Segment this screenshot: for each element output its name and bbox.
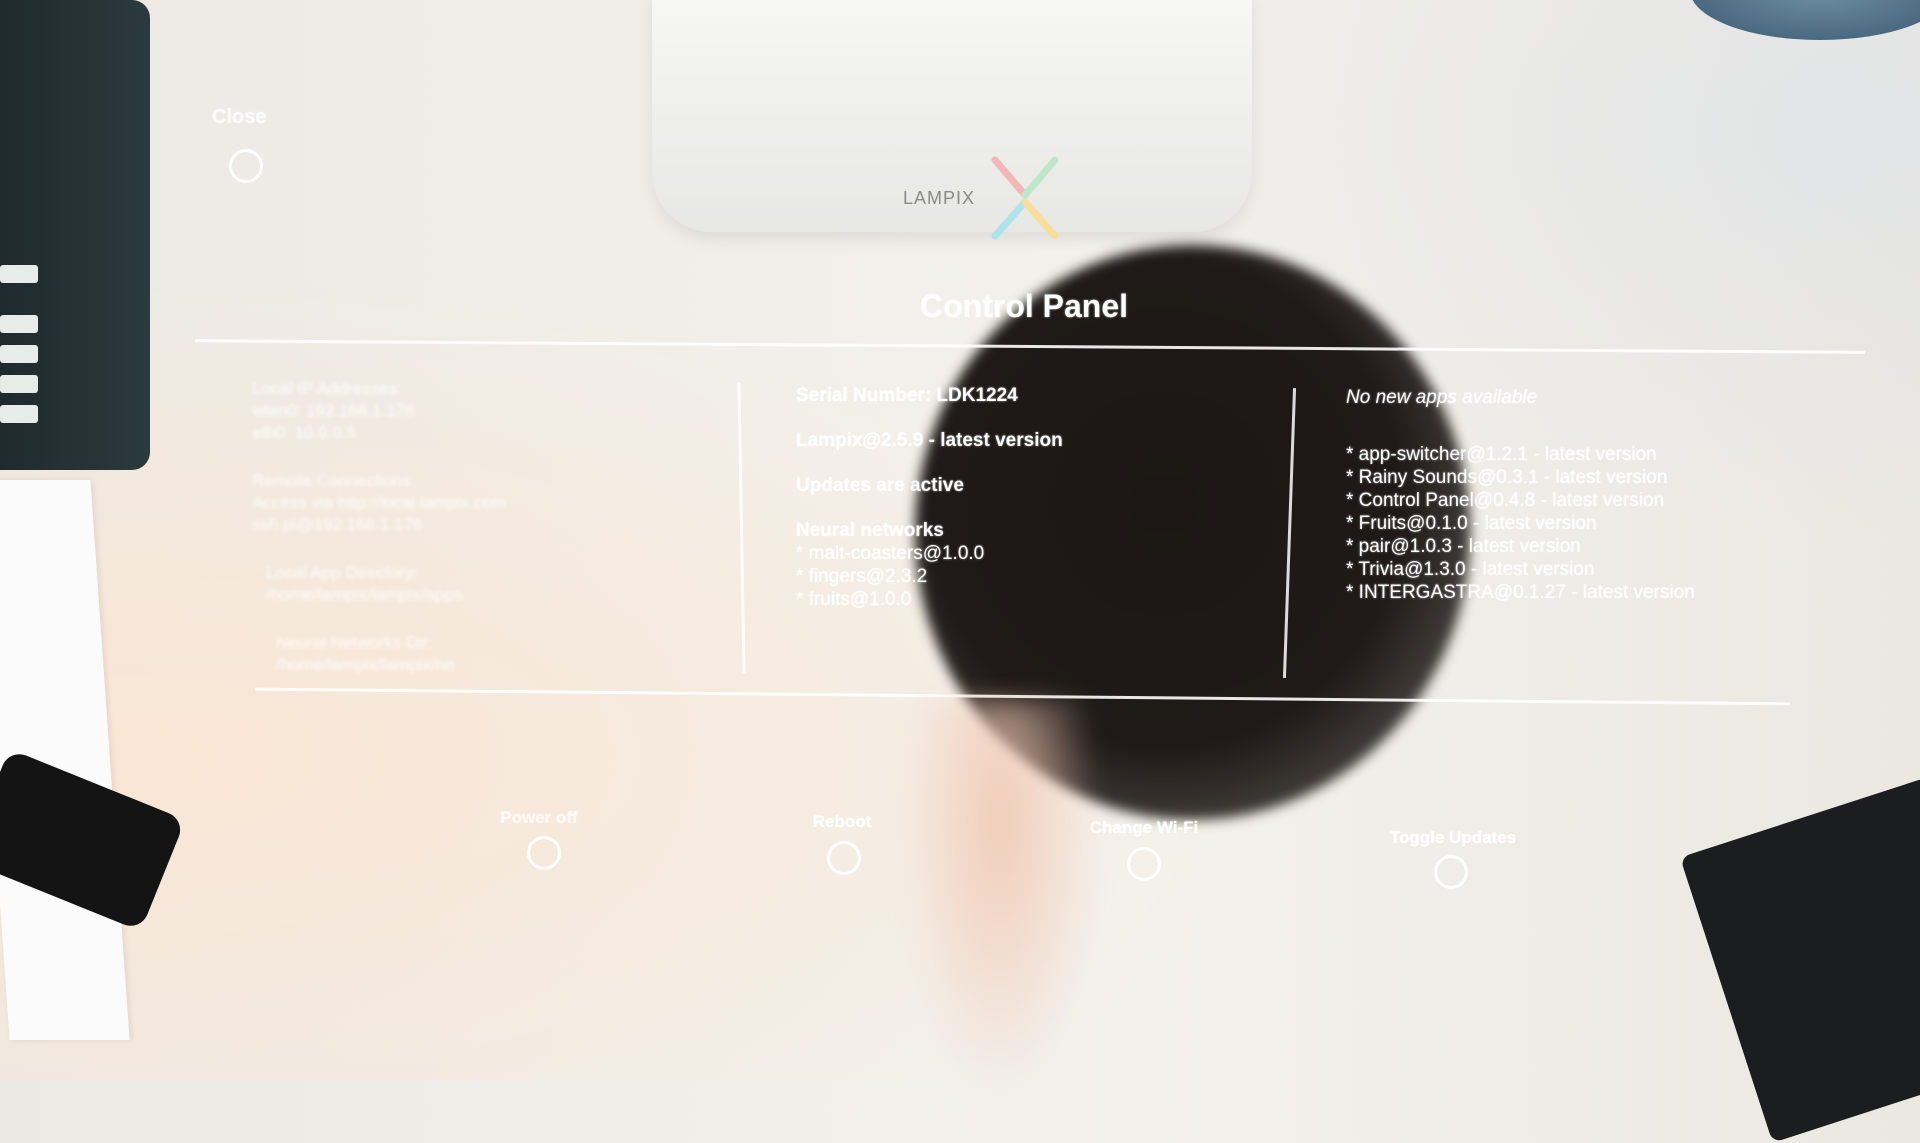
neural-network-item: * fingers@2.3.2 — [796, 566, 928, 587]
close-label: Close — [212, 106, 267, 128]
info-line: Remote Connections: — [252, 471, 416, 490]
power-off-label: Power off — [500, 808, 578, 827]
info-line: ssh pi@192.168.1.176 — [252, 515, 423, 534]
app-item: * pair@1.0.3 - latest version — [1346, 536, 1581, 557]
reboot-button[interactable] — [827, 841, 861, 875]
app-item: * Rainy Sounds@0.3.1 - latest version — [1346, 467, 1668, 488]
change-wifi-button[interactable] — [1127, 847, 1161, 881]
app-item: * Control Panel@0.4.8 - latest version — [1346, 490, 1665, 511]
app-item: * app-switcher@1.2.1 - latest version — [1346, 444, 1657, 465]
neural-network-item: * fruits@1.0.0 — [796, 589, 912, 610]
app-item: * INTERGASTRA@0.1.27 - latest version — [1346, 582, 1695, 603]
info-line: /home/lampix/lampix/apps — [266, 585, 463, 604]
info-line: Local IP Addresses: — [252, 379, 402, 398]
lampix-version: Lampix@2.5.9 - latest version — [796, 430, 1063, 451]
network-info-column: Local IP Addresses: wlan0: 192.168.1.176… — [252, 378, 506, 702]
serial-number: Serial Number: LDK1224 — [796, 385, 1018, 406]
info-line: eth0: 10.0.0.5 — [252, 423, 356, 442]
info-line: Access via http://local.lampix.com — [252, 493, 507, 512]
apps-column: No new apps available * app-switcher@1.2… — [1346, 386, 1695, 604]
column-divider-left — [737, 382, 746, 674]
app-item: * Fruits@0.1.0 - latest version — [1346, 513, 1597, 534]
user-hand — [900, 700, 1100, 1100]
page-title: Control Panel — [920, 288, 1129, 324]
neural-network-item: * malt-coasters@1.0.0 — [796, 543, 985, 564]
neural-networks-title: Neural networks — [796, 520, 944, 541]
close-button[interactable] — [229, 149, 263, 183]
info-line: wlan0: 192.168.1.176 — [252, 401, 415, 420]
toggle-updates-button[interactable] — [1434, 855, 1468, 889]
device-info-column: Serial Number: LDK1224 Lampix@2.5.9 - la… — [796, 384, 1063, 611]
top-divider — [195, 339, 1865, 354]
power-off-button[interactable] — [527, 836, 561, 870]
apps-header: No new apps available — [1346, 387, 1538, 408]
info-line: Local App Directory: — [266, 563, 419, 582]
reboot-label: Reboot — [812, 812, 872, 831]
app-item: * Trivia@1.3.0 - latest version — [1346, 559, 1595, 580]
updates-status: Updates are active — [796, 475, 964, 496]
toggle-updates-label: Toggle Updates — [1389, 828, 1517, 847]
column-divider-right — [1282, 388, 1297, 678]
info-line: /home/lampix/lampix/nn — [276, 655, 455, 674]
info-line: Neural Networks Dir: — [276, 633, 433, 652]
